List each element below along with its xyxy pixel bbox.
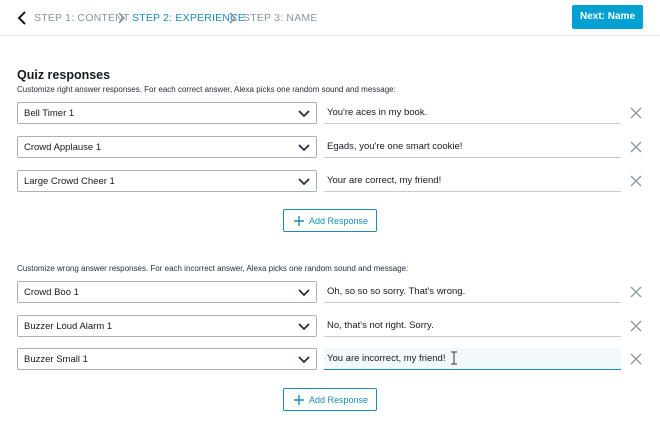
sound-select-value: Crowd Applause 1 bbox=[24, 142, 102, 153]
chevron-right-icon bbox=[118, 12, 126, 24]
wrong-response-row: Buzzer Loud Alarm 1 bbox=[17, 315, 657, 337]
sound-select[interactable]: Bell Timer 1 bbox=[17, 102, 317, 124]
wizard-header: STEP 1: CONTENT STEP 2: EXPERIENCE STEP … bbox=[0, 0, 660, 36]
wrong-response-row: Buzzer Small 1 bbox=[17, 348, 657, 370]
add-right-response-button[interactable]: Add Response bbox=[283, 209, 377, 232]
step-3-name[interactable]: STEP 3: NAME bbox=[243, 12, 318, 24]
right-answers-description: Customize right answer responses. For ea… bbox=[17, 85, 396, 94]
close-icon[interactable] bbox=[629, 106, 643, 120]
text-cursor-icon bbox=[451, 351, 457, 365]
sound-select[interactable]: Buzzer Loud Alarm 1 bbox=[17, 315, 317, 337]
next-button[interactable]: Next: Name bbox=[572, 5, 643, 29]
add-wrong-response-button[interactable]: Add Response bbox=[283, 388, 377, 411]
message-input[interactable] bbox=[324, 348, 621, 370]
sound-select[interactable]: Crowd Boo 1 bbox=[17, 281, 317, 303]
right-response-row: Crowd Applause 1 bbox=[17, 136, 657, 158]
chevron-down-icon bbox=[298, 144, 310, 152]
sound-select-value: Crowd Boo 1 bbox=[24, 287, 79, 298]
message-input[interactable] bbox=[324, 102, 621, 124]
sound-select-value: Buzzer Small 1 bbox=[24, 354, 88, 365]
chevron-down-icon bbox=[298, 289, 310, 297]
sound-select-value: Buzzer Loud Alarm 1 bbox=[24, 321, 113, 332]
close-icon[interactable] bbox=[629, 174, 643, 188]
sound-select[interactable]: Buzzer Small 1 bbox=[17, 348, 317, 370]
message-input[interactable] bbox=[324, 170, 621, 192]
message-input[interactable] bbox=[324, 136, 621, 158]
sound-select[interactable]: Large Crowd Cheer 1 bbox=[17, 170, 317, 192]
chevron-down-icon bbox=[298, 356, 310, 364]
message-input[interactable] bbox=[324, 281, 621, 303]
chevron-left-icon[interactable] bbox=[15, 9, 29, 27]
close-icon[interactable] bbox=[629, 352, 643, 366]
right-response-row: Bell Timer 1 bbox=[17, 102, 657, 124]
close-icon[interactable] bbox=[629, 140, 643, 154]
chevron-right-icon bbox=[229, 12, 237, 24]
close-icon[interactable] bbox=[629, 285, 643, 299]
chevron-down-icon bbox=[298, 110, 310, 118]
chevron-down-icon bbox=[298, 323, 310, 331]
plus-icon bbox=[294, 216, 304, 226]
plus-icon bbox=[294, 395, 304, 405]
sound-select-value: Large Crowd Cheer 1 bbox=[24, 176, 115, 187]
sound-select-value: Bell Timer 1 bbox=[24, 108, 75, 119]
close-icon[interactable] bbox=[629, 319, 643, 333]
add-response-label: Add Response bbox=[309, 216, 369, 226]
wrong-answers-description: Customize wrong answer responses. For ea… bbox=[17, 264, 409, 273]
add-response-label: Add Response bbox=[309, 395, 369, 405]
chevron-down-icon bbox=[298, 178, 310, 186]
sound-select[interactable]: Crowd Applause 1 bbox=[17, 136, 317, 158]
wrong-response-row: Crowd Boo 1 bbox=[17, 281, 657, 303]
message-input[interactable] bbox=[324, 315, 621, 337]
right-response-row: Large Crowd Cheer 1 bbox=[17, 170, 657, 192]
page-title: Quiz responses bbox=[17, 68, 111, 82]
